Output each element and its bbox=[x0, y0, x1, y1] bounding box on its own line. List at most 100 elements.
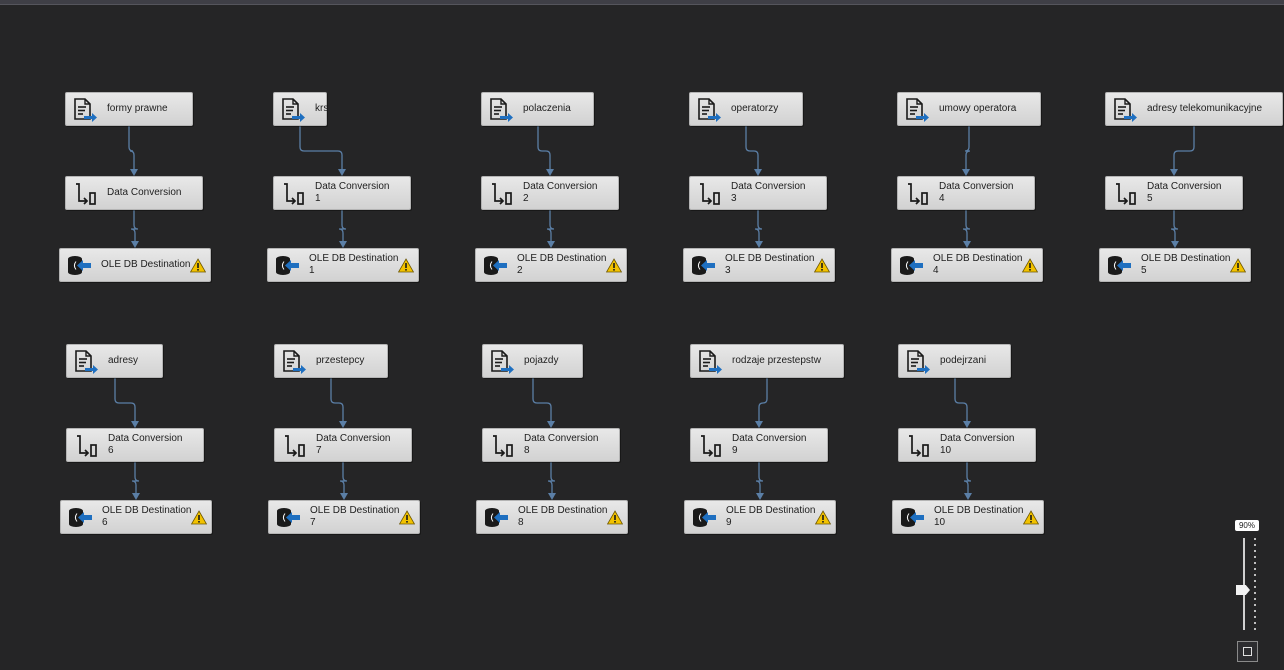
zoom-slider-track[interactable] bbox=[1243, 538, 1245, 630]
flat-file-source-10-label: podejrzani bbox=[940, 345, 986, 377]
warning-icon[interactable] bbox=[607, 510, 623, 525]
flat-file-source-7[interactable]: przestepcy bbox=[274, 344, 388, 378]
zoom-level-label: 90% bbox=[1235, 520, 1259, 531]
ole-db-destination-4-label: OLE DB Destination 4 bbox=[933, 249, 1023, 281]
path-conversion-to-destination-7[interactable] bbox=[339, 462, 348, 494]
path-conversion-to-destination-8[interactable] bbox=[547, 462, 556, 494]
zoom-to-fit-button[interactable] bbox=[1237, 641, 1258, 662]
data-conversion-5[interactable]: Data Conversion 5 bbox=[1105, 176, 1243, 210]
destination-title: OLE DB Destination bbox=[517, 253, 607, 264]
flat-file-source-icon bbox=[74, 98, 97, 122]
zoom-control[interactable]: 90% bbox=[1232, 518, 1262, 666]
path-source-to-conversion-2[interactable] bbox=[537, 126, 551, 170]
warning-icon[interactable] bbox=[399, 510, 415, 525]
flat-file-source-5-label: adresy telekomunikacyjne bbox=[1147, 93, 1262, 125]
path-conversion-to-destination-0[interactable] bbox=[130, 210, 139, 242]
data-conversion-icon bbox=[1116, 183, 1136, 205]
conversion-index: 10 bbox=[940, 445, 952, 456]
flat-file-source-3[interactable]: operatorzy bbox=[689, 92, 803, 126]
ole-db-destination-0[interactable]: OLE DB Destination bbox=[59, 248, 211, 282]
warning-icon[interactable] bbox=[1230, 258, 1246, 273]
conversion-index: 6 bbox=[108, 445, 114, 456]
path-conversion-to-destination-6[interactable] bbox=[131, 462, 140, 494]
path-source-to-conversion-7[interactable] bbox=[330, 378, 344, 422]
conversion-title: Data Conversion bbox=[1147, 181, 1222, 192]
path-conversion-to-destination-9[interactable] bbox=[755, 462, 764, 494]
data-flow-canvas[interactable]: 90% formy prawne Data Conversion OLE DB De… bbox=[0, 0, 1284, 670]
path-source-to-conversion-4[interactable] bbox=[964, 126, 971, 170]
data-conversion-icon bbox=[701, 435, 721, 457]
data-conversion-6[interactable]: Data Conversion 6 bbox=[66, 428, 204, 462]
warning-icon[interactable] bbox=[191, 510, 207, 525]
data-conversion-9[interactable]: Data Conversion 9 bbox=[690, 428, 828, 462]
warning-icon[interactable] bbox=[814, 258, 830, 273]
ole-db-destination-3[interactable]: OLE DB Destination 3 bbox=[683, 248, 835, 282]
destination-index: 8 bbox=[518, 517, 524, 528]
flat-file-source-2[interactable]: polaczenia bbox=[481, 92, 594, 126]
flat-file-source-6[interactable]: adresy bbox=[66, 344, 163, 378]
path-source-to-conversion-9[interactable] bbox=[758, 378, 768, 422]
data-conversion-10[interactable]: Data Conversion 10 bbox=[898, 428, 1036, 462]
source-name: adresy telekomunikacyjne bbox=[1147, 103, 1263, 114]
conversion-index: 8 bbox=[524, 445, 530, 456]
path-source-to-conversion-10[interactable] bbox=[954, 378, 968, 422]
flat-file-source-4[interactable]: umowy operatora bbox=[897, 92, 1041, 126]
flat-file-source-0[interactable]: formy prawne bbox=[65, 92, 193, 126]
flat-file-source-3-label: operatorzy bbox=[731, 93, 778, 125]
warning-icon[interactable] bbox=[1023, 510, 1039, 525]
path-source-to-conversion-3[interactable] bbox=[745, 126, 759, 170]
path-conversion-to-destination-10[interactable] bbox=[963, 462, 972, 494]
ole-db-destination-4[interactable]: OLE DB Destination 4 bbox=[891, 248, 1043, 282]
path-source-to-conversion-5[interactable] bbox=[1173, 126, 1195, 170]
data-conversion-0[interactable]: Data Conversion bbox=[65, 176, 203, 210]
flat-file-source-9[interactable]: rodzaje przestepstw bbox=[690, 344, 844, 378]
flat-file-source-6-label: adresy bbox=[108, 345, 138, 377]
path-source-to-conversion-9-arrowhead bbox=[755, 421, 763, 428]
destination-title: OLE DB Destination bbox=[1141, 253, 1231, 264]
zoom-slider-thumb[interactable] bbox=[1236, 585, 1250, 595]
path-source-to-conversion-1[interactable] bbox=[299, 126, 343, 170]
warning-icon[interactable] bbox=[190, 258, 206, 273]
path-conversion-to-destination-10-arrowhead bbox=[964, 493, 972, 500]
data-conversion-1-label: Data Conversion 1 bbox=[315, 177, 389, 209]
flat-file-source-5[interactable]: adresy telekomunikacyjne bbox=[1105, 92, 1283, 126]
path-conversion-to-destination-2[interactable] bbox=[546, 210, 555, 242]
flat-file-source-8[interactable]: pojazdy bbox=[482, 344, 583, 378]
ole-db-destination-1[interactable]: OLE DB Destination 1 bbox=[267, 248, 419, 282]
path-source-to-conversion-0[interactable] bbox=[128, 126, 135, 170]
flat-file-source-1[interactable]: krs bbox=[273, 92, 328, 126]
ole-db-destination-7[interactable]: OLE DB Destination 7 bbox=[268, 500, 420, 534]
warning-icon[interactable] bbox=[1022, 258, 1038, 273]
destination-index: 5 bbox=[1141, 265, 1147, 276]
path-conversion-to-destination-4[interactable] bbox=[962, 210, 971, 242]
data-conversion-8[interactable]: Data Conversion 8 bbox=[482, 428, 620, 462]
warning-icon[interactable] bbox=[398, 258, 414, 273]
ole-db-destination-9[interactable]: OLE DB Destination 9 bbox=[684, 500, 836, 534]
flat-file-source-10[interactable]: podejrzani bbox=[898, 344, 1011, 378]
path-source-to-conversion-8[interactable] bbox=[532, 378, 552, 422]
path-conversion-to-destination-1[interactable] bbox=[338, 210, 347, 242]
data-conversion-4[interactable]: Data Conversion 4 bbox=[897, 176, 1035, 210]
path-conversion-to-destination-5[interactable] bbox=[1170, 210, 1179, 242]
ole-db-destination-10[interactable]: OLE DB Destination 10 bbox=[892, 500, 1044, 534]
data-conversion-1[interactable]: Data Conversion 1 bbox=[273, 176, 411, 210]
ole-db-destination-6[interactable]: OLE DB Destination 6 bbox=[60, 500, 212, 534]
path-conversion-to-destination-9-arrowhead bbox=[756, 493, 764, 500]
ole-db-destination-8[interactable]: OLE DB Destination 8 bbox=[476, 500, 628, 534]
data-conversion-3[interactable]: Data Conversion 3 bbox=[689, 176, 827, 210]
path-source-to-conversion-6[interactable] bbox=[114, 378, 136, 422]
data-conversion-7[interactable]: Data Conversion 7 bbox=[274, 428, 412, 462]
data-conversion-2[interactable]: Data Conversion 2 bbox=[481, 176, 619, 210]
ole-db-destination-2[interactable]: OLE DB Destination 2 bbox=[475, 248, 627, 282]
warning-icon[interactable] bbox=[815, 510, 831, 525]
warning-icon[interactable] bbox=[606, 258, 622, 273]
data-conversion-10-label: Data Conversion 10 bbox=[940, 429, 1014, 461]
data-conversion-icon bbox=[909, 435, 929, 457]
data-conversion-icon bbox=[492, 183, 512, 205]
path-conversion-to-destination-3[interactable] bbox=[754, 210, 763, 242]
ole-db-destination-5[interactable]: OLE DB Destination 5 bbox=[1099, 248, 1251, 282]
data-conversion-6-label: Data Conversion 6 bbox=[108, 429, 182, 461]
ole-db-destination-icon bbox=[484, 256, 507, 275]
flat-file-source-icon bbox=[491, 350, 514, 374]
flat-file-source-8-label: pojazdy bbox=[524, 345, 558, 377]
